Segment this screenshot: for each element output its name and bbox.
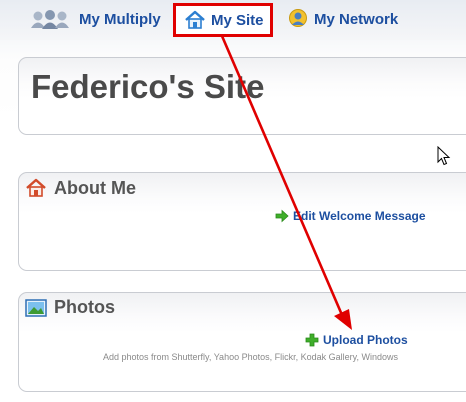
network-person-icon xyxy=(287,8,309,30)
home-icon xyxy=(184,9,206,31)
page: My Multiply My Site My Network Federico'… xyxy=(0,0,466,402)
photos-panel: Photos Upload Photos Add photos from Shu… xyxy=(18,292,466,392)
link-label: Edit Welcome Message xyxy=(293,209,426,223)
section-title: Photos xyxy=(54,297,115,317)
mouse-cursor-icon xyxy=(437,145,451,171)
about-me-panel: About Me Edit Welcome Message xyxy=(18,172,466,271)
page-title: Federico's Site xyxy=(31,68,265,105)
link-label: Upload Photos xyxy=(323,333,408,347)
people-icon xyxy=(30,8,74,30)
home-icon xyxy=(25,177,47,199)
picture-icon xyxy=(25,298,47,317)
nav-label: My Network xyxy=(314,10,399,28)
green-arrow-icon xyxy=(275,209,289,223)
photos-heading: Photos xyxy=(25,297,115,318)
nav-my-multiply[interactable]: My Multiply xyxy=(30,6,161,32)
nav-my-network[interactable]: My Network xyxy=(287,6,398,32)
nav-my-site[interactable]: My Site xyxy=(173,3,273,37)
top-navigation: My Multiply My Site My Network xyxy=(0,0,466,40)
site-title-panel: Federico's Site xyxy=(18,57,466,135)
section-title: About Me xyxy=(54,177,136,198)
upload-photos-link[interactable]: Upload Photos xyxy=(305,333,408,347)
nav-label: My Site xyxy=(211,11,264,29)
photo-sources-hint: Add photos from Shutterfly, Yahoo Photos… xyxy=(103,352,398,362)
about-me-heading: About Me xyxy=(25,177,136,199)
nav-label: My Multiply xyxy=(79,10,161,28)
edit-welcome-message-link[interactable]: Edit Welcome Message xyxy=(275,209,426,223)
green-plus-icon xyxy=(305,333,319,347)
